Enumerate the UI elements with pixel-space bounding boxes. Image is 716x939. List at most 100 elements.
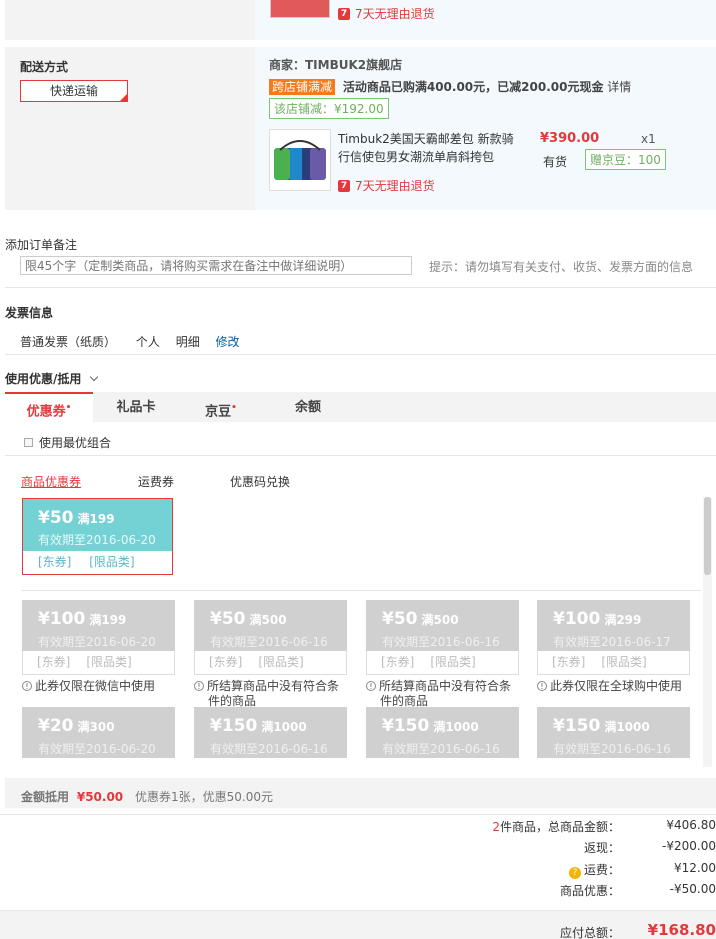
coupon-disabled-face: ¥150 满1000 有效期至2016-06-16 [194, 707, 347, 758]
invoice-info: 普通发票（纸质） 个人 明细 修改 [20, 333, 240, 350]
coupon-tags: [东券] [限品类] [194, 651, 347, 675]
invoice-title: 发票信息 [5, 306, 54, 320]
discount-toggle[interactable]: 使用优惠/抵用 [5, 370, 98, 387]
coupon-condition: 满1000 [261, 720, 307, 734]
best-combo-option[interactable]: 使用最优组合 [24, 434, 111, 451]
tab-coupons[interactable]: 优惠券• [5, 392, 93, 422]
delivery-label: 配送方式 [20, 60, 69, 74]
info-icon: ! [537, 681, 547, 691]
info-icon: ! [194, 681, 204, 691]
coupon-condition: 满500 [421, 613, 459, 627]
invoice-holder: 个人 [135, 335, 160, 349]
coupon-amount: ¥150 [210, 716, 258, 736]
coupon-amount: ¥150 [553, 716, 601, 736]
coupon-disabled[interactable]: ¥100 满299 有效期至2016-06-17 [东券] [限品类] [537, 600, 690, 675]
coupon-disabled[interactable]: ¥150 满1000 有效期至2016-06-16 [194, 707, 347, 758]
coupon-selected[interactable]: ¥50 满199 有效期至2016-06-20 [东券] [限品类] [22, 498, 173, 575]
coupon-tags: [东券] [限品类] [22, 651, 175, 675]
coupon-disabled[interactable]: ¥100 满199 有效期至2016-06-20 [东券] [限品类] [22, 600, 175, 675]
promo-line: 跨店铺满减 活动商品已购满400.00元，已减200.00元现金 详情 [269, 78, 631, 95]
info-icon: ! [366, 681, 376, 691]
product-price: ¥390.00 [540, 131, 600, 146]
coupon-disabled-face: ¥20 满300 有效期至2016-06-20 [22, 707, 175, 758]
coupon-expiry: 有效期至2016-06-20 [38, 742, 156, 756]
coupon-condition: 满1000 [604, 720, 650, 734]
divider [5, 455, 716, 456]
coupon-disabled-face: ¥100 满299 有效期至2016-06-17 [537, 600, 690, 651]
rebate-value: -¥200.00 [662, 839, 716, 853]
discount-total-bar: 金额抵用 ¥50.00 优惠券1张，优惠50.00元 [5, 778, 716, 808]
prev-product-image[interactable] [270, 0, 330, 18]
coupon-disabled[interactable]: ¥50 满500 有效期至2016-06-16 [东券] [限品类] [366, 600, 519, 675]
coupon-disabled[interactable]: ¥150 满1000 有效期至2016-06-16 [366, 707, 519, 758]
payable-total: ¥168.80 [647, 921, 716, 939]
coupon-amount: ¥150 [382, 716, 430, 736]
coupon-disabled-face: ¥50 满500 有效期至2016-06-16 [194, 600, 347, 651]
subtab-product-coupons[interactable]: 商品优惠券 [21, 473, 81, 490]
remark-label: 添加订单备注 [5, 238, 78, 252]
payable-label: 应付总额： [559, 926, 620, 939]
prev-return-policy: 7 7天无理由退货 [338, 5, 435, 22]
coupon-tags: [东券] [限品类] [537, 651, 690, 675]
coupon-scrollbar-track[interactable] [703, 497, 712, 767]
coupon-expiry: 有效期至2016-06-20 [38, 533, 156, 547]
coupon-expiry: 有效期至2016-06-16 [382, 635, 500, 649]
coupon-disabled-face: ¥50 满500 有效期至2016-06-16 [366, 600, 519, 651]
coupon-tags: [东券] [限品类] [366, 651, 519, 675]
coupon-disabled[interactable]: ¥50 满500 有效期至2016-06-16 [东券] [限品类] [194, 600, 347, 675]
seven-day-icon: 7 [338, 7, 350, 20]
discount-total-value: ¥50.00 [76, 790, 124, 804]
coupon-condition: 满500 [249, 613, 287, 627]
seven-day-icon: 7 [338, 179, 350, 192]
coupon-amount: ¥20 [38, 716, 74, 736]
subtab-code-redeem[interactable]: 优惠码兑换 [230, 473, 290, 490]
coupon-condition: 满1000 [433, 720, 479, 734]
invoice-content: 明细 [175, 335, 200, 349]
coupon-expiry: 有效期至2016-06-16 [553, 742, 671, 756]
coupon-tags: [东券] [限品类] [38, 555, 135, 569]
goods-total: ¥406.80 [666, 818, 716, 832]
coupon-scrollbar-thumb[interactable] [704, 497, 711, 575]
payable-bar: 应付总额： ¥168.80 [0, 910, 716, 939]
coupon-disabled-face: ¥150 满1000 有效期至2016-06-16 [366, 707, 519, 758]
coupon-expiry: 有效期至2016-06-17 [553, 635, 671, 649]
remark-input[interactable] [20, 256, 412, 275]
best-combo-checkbox[interactable] [24, 438, 33, 447]
promo-detail-link[interactable]: 详情 [607, 80, 631, 94]
tab-gift-card[interactable]: 礼品卡 [93, 392, 179, 422]
stock-status: 有货 [543, 155, 568, 169]
coupon-disabled[interactable]: ¥150 满1000 有效期至2016-06-16 [537, 707, 690, 758]
coupon-expiry: 有效期至2016-06-16 [210, 635, 328, 649]
remark-hint: 提示：请勿填写有关支付、收货、发票方面的信息 [429, 260, 694, 274]
summary-discount-row: 商品优惠： -¥50.00 [559, 882, 716, 898]
subtab-freight-coupons[interactable]: 运费券 [138, 473, 174, 490]
shop-panel: 商家：TIMBUK2旗舰店 跨店铺满减 活动商品已购满400.00元，已减200… [255, 47, 716, 210]
delivery-option-button[interactable]: 快递运输 [20, 80, 128, 102]
help-icon[interactable]: ? [568, 867, 581, 879]
divider [5, 354, 716, 355]
item-count: 2 [492, 820, 500, 834]
divider [5, 287, 716, 288]
coupon-disabled-face: ¥100 满199 有效期至2016-06-20 [22, 600, 175, 651]
coupon-unavailable-note: ! 所结算商品中没有符合条 件的商品 [194, 679, 352, 707]
product-title[interactable]: Timbuk2美国天霸邮差包 新款骑 行信使包男女潮流单肩斜挎包 [338, 130, 514, 166]
discount-total-label: 金额抵用 [21, 790, 70, 804]
prev-shop-panel: 7 7天无理由退货 [255, 0, 716, 40]
coupon-disabled[interactable]: ¥20 满300 有效期至2016-06-20 [22, 707, 175, 758]
coupon-amount: ¥100 [553, 609, 601, 629]
freight-value: ¥12.00 [674, 861, 716, 875]
coupon-expiry: 有效期至2016-06-20 [38, 635, 156, 649]
invoice-edit-link[interactable]: 修改 [216, 335, 240, 349]
tab-jd-beans[interactable]: 京豆• [179, 392, 263, 422]
shop-discount-badge: 该店铺减：¥192.00 [269, 98, 389, 119]
tab-balance[interactable]: 余额 [263, 392, 353, 422]
coupon-unavailable-note: ! 此券仅限在全球购中使用 [537, 679, 695, 707]
messenger-bag-icon [274, 140, 326, 180]
coupon-disabled-face: ¥150 满1000 有效期至2016-06-16 [537, 707, 690, 758]
product-image[interactable] [269, 129, 331, 191]
divider [21, 590, 701, 591]
summary-goods-row: 2件商品，总商品金额： ¥406.80 [492, 818, 716, 834]
coupon-condition: 满299 [604, 613, 642, 627]
prev-shop-left-panel [5, 0, 255, 40]
chevron-down-icon [89, 372, 98, 382]
